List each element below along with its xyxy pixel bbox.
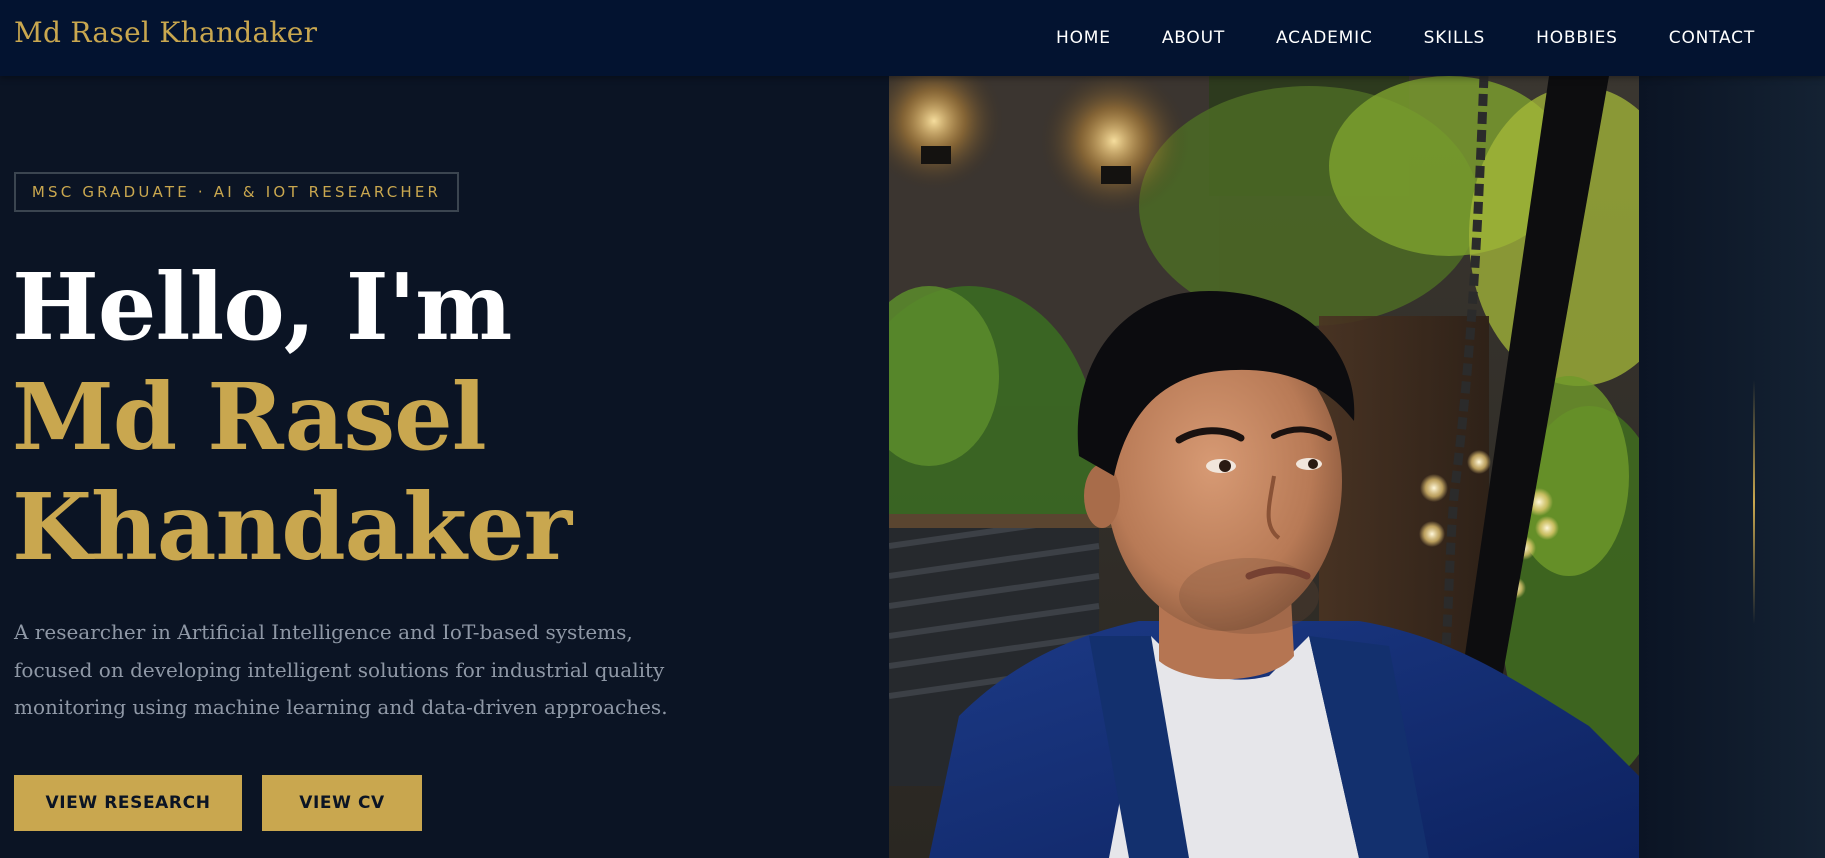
- view-research-button[interactable]: VIEW RESEARCH: [14, 775, 242, 831]
- name-line-1: Md Rasel: [12, 363, 487, 471]
- brand-logo[interactable]: Md Rasel Khandaker: [14, 16, 317, 49]
- right-edge-shade: [1639, 76, 1825, 858]
- scroll-indicator-line: [1753, 380, 1755, 624]
- view-cv-button[interactable]: VIEW CV: [262, 775, 422, 831]
- nav-skills[interactable]: SKILLS: [1424, 28, 1486, 48]
- main-nav: HOME ABOUT ACADEMIC SKILLS HOBBIES CONTA…: [1056, 0, 1755, 76]
- nav-about[interactable]: ABOUT: [1162, 28, 1225, 48]
- greeting-text: Hello, I'm: [12, 253, 512, 361]
- nav-hobbies[interactable]: HOBBIES: [1536, 28, 1618, 48]
- nav-academic[interactable]: ACADEMIC: [1276, 28, 1373, 48]
- top-navbar: Md Rasel Khandaker HOME ABOUT ACADEMIC S…: [0, 0, 1825, 76]
- hero-headline: Hello, I'm Md Rasel Khandaker: [12, 252, 572, 582]
- name-line-2: Khandaker: [12, 473, 572, 581]
- nav-home[interactable]: HOME: [1056, 28, 1111, 48]
- profile-photo: [889, 76, 1639, 858]
- nav-contact[interactable]: CONTACT: [1669, 28, 1755, 48]
- intro-paragraph: A researcher in Artificial Intelligence …: [14, 620, 668, 719]
- role-badge: MSC GRADUATE · AI & IOT RESEARCHER: [14, 172, 459, 212]
